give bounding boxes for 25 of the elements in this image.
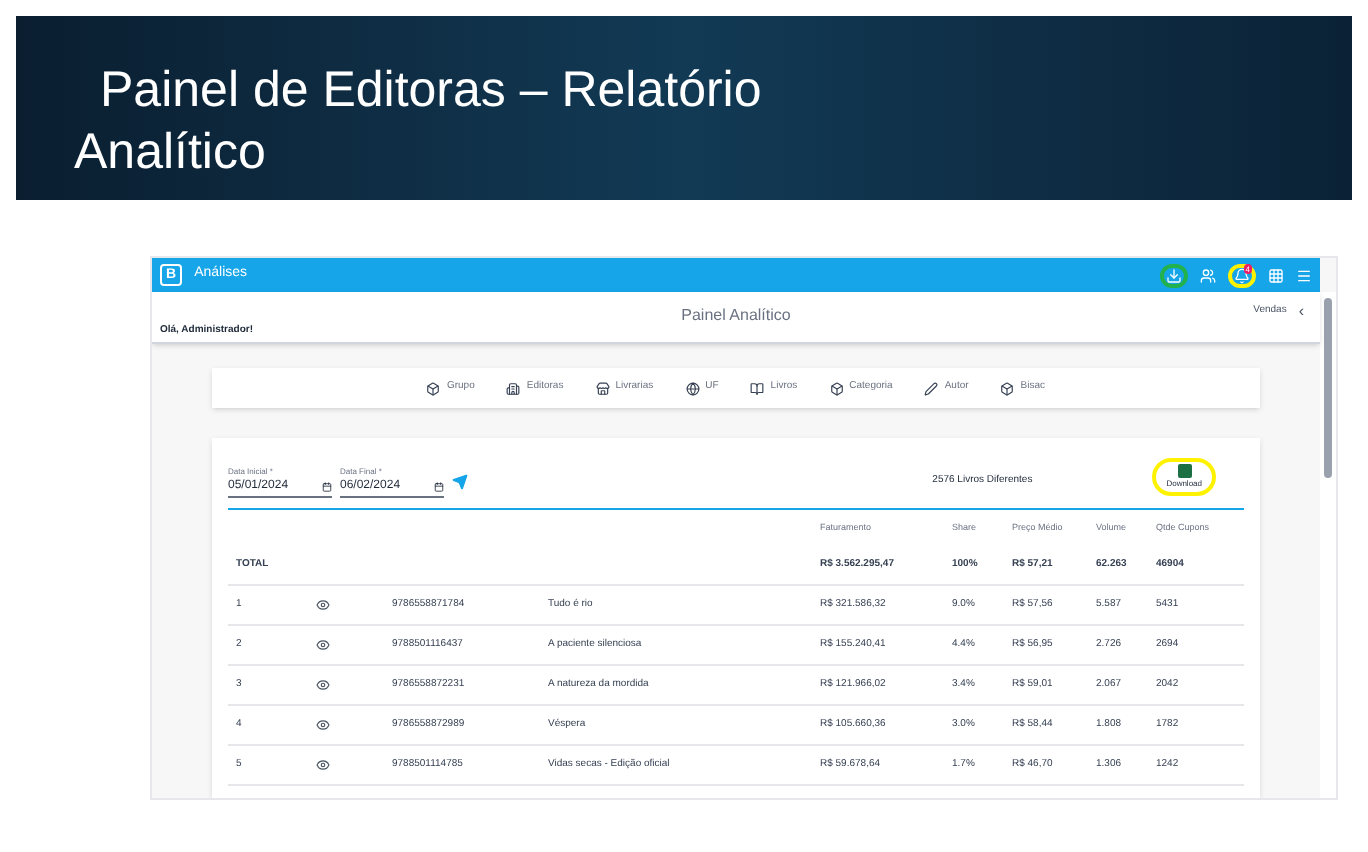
book-icon — [750, 381, 765, 395]
cube-icon — [1000, 381, 1015, 395]
download-icon[interactable] — [1166, 267, 1182, 283]
building-icon — [506, 381, 521, 395]
store-icon — [595, 381, 610, 395]
cube-icon — [829, 381, 844, 395]
pen-icon — [924, 381, 939, 395]
calendar-icon[interactable] — [434, 481, 444, 491]
globe-icon — [685, 381, 700, 395]
view-icon[interactable] — [316, 718, 330, 732]
menu-icon[interactable] — [1296, 267, 1312, 283]
send-icon[interactable] — [452, 473, 468, 489]
view-icon[interactable] — [316, 678, 330, 692]
view-icon[interactable] — [316, 638, 330, 652]
bell-icon[interactable] — [1234, 267, 1250, 283]
users-icon[interactable] — [1200, 267, 1216, 283]
slide-title: Analítico — [74, 122, 266, 184]
apps-icon[interactable] — [1268, 267, 1284, 283]
page-title: Painel Analítico — [681, 304, 791, 328]
view-icon[interactable] — [316, 598, 330, 612]
calendar-icon[interactable] — [322, 481, 332, 491]
cube-icon — [426, 381, 441, 395]
view-icon[interactable] — [316, 758, 330, 772]
collapse-button[interactable]: ‹ — [1298, 304, 1304, 320]
slide-title: Painel de Editoras – Relatório — [100, 60, 762, 122]
